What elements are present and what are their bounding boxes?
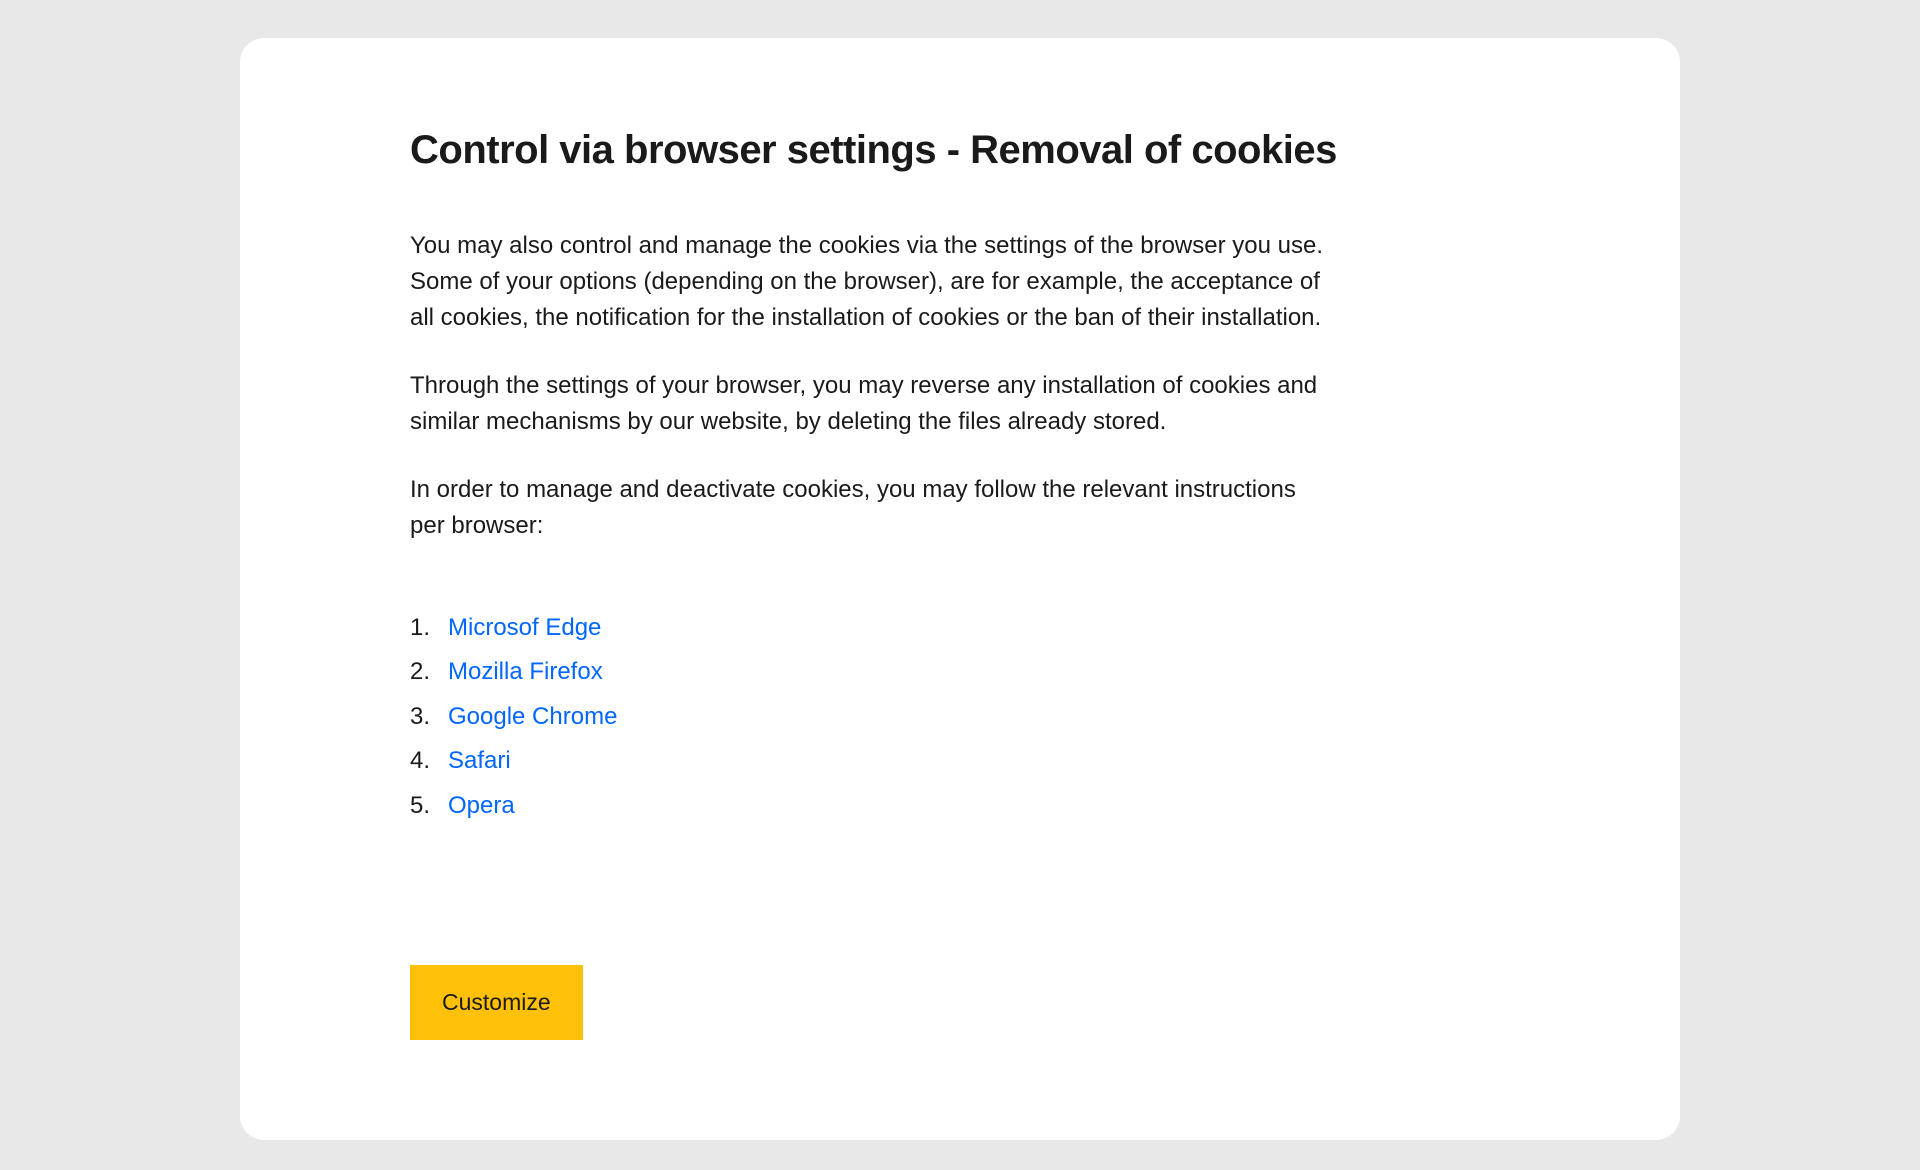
list-item: 4. Safari (410, 742, 1510, 780)
content-card: Control via browser settings - Removal o… (240, 38, 1680, 1140)
browser-link-opera[interactable]: Opera (448, 787, 515, 825)
page-heading: Control via browser settings - Removal o… (410, 128, 1510, 173)
list-item: 5. Opera (410, 787, 1510, 825)
intro-paragraph-2: Through the settings of your browser, yo… (410, 368, 1330, 440)
list-item: 3. Google Chrome (410, 698, 1510, 736)
browser-link-chrome[interactable]: Google Chrome (448, 698, 617, 736)
list-number: 1. (410, 609, 448, 647)
list-number: 4. (410, 742, 448, 780)
intro-paragraph-1: You may also control and manage the cook… (410, 228, 1330, 336)
customize-button[interactable]: Customize (410, 965, 583, 1040)
browser-list: 1. Microsof Edge 2. Mozilla Firefox 3. G… (410, 609, 1510, 825)
browser-link-edge[interactable]: Microsof Edge (448, 609, 601, 647)
list-item: 1. Microsof Edge (410, 609, 1510, 647)
outer-frame: Control via browser settings - Removal o… (210, 8, 1710, 1170)
list-number: 3. (410, 698, 448, 736)
list-number: 2. (410, 653, 448, 691)
browser-link-safari[interactable]: Safari (448, 742, 511, 780)
intro-paragraph-3: In order to manage and deactivate cookie… (410, 472, 1330, 544)
list-item: 2. Mozilla Firefox (410, 653, 1510, 691)
browser-link-firefox[interactable]: Mozilla Firefox (448, 653, 603, 691)
list-number: 5. (410, 787, 448, 825)
